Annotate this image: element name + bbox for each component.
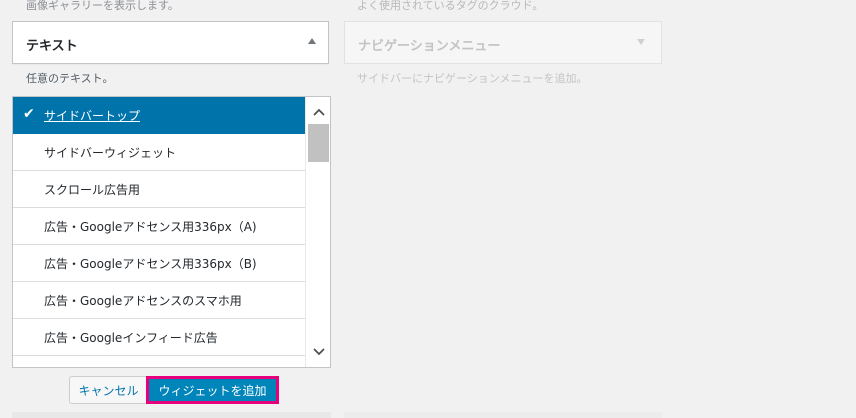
chooser-item-label: 広告・Googleアドセンス用336px（B) xyxy=(44,256,257,271)
chooser-item-label: 広告・Googleアドセンス用336px（A) xyxy=(44,219,257,234)
scrollbar-thumb[interactable] xyxy=(308,124,329,162)
chooser-scrollbar[interactable] xyxy=(305,97,330,367)
chooser-item[interactable]: 広告・Googleアドセンスのスマホ用 xyxy=(13,282,305,319)
chooser-item[interactable]: 広告・Googleアドセンス用336px（B) xyxy=(13,245,305,282)
nav-menu-widget-description: サイドバーにナビゲーションメニューを追加。 xyxy=(357,72,588,85)
tag-cloud-widget-description: よく使用されているタグのクラウド。 xyxy=(357,0,544,12)
text-widget-title: テキスト xyxy=(26,39,78,54)
chooser-item-label: サイドバーウィジェット xyxy=(44,145,177,160)
scroll-up-icon[interactable] xyxy=(306,101,330,123)
chooser-item[interactable]: 広告・Googleインフィード広告 xyxy=(13,319,305,356)
sidebar-chooser-list: ✔ サイドバートップ サイドバーウィジェット スクロール広告用 広告・Googl… xyxy=(12,96,331,368)
cancel-button[interactable]: キャンセル xyxy=(69,376,148,404)
checkmark-icon: ✔ xyxy=(23,106,35,122)
chooser-item-label: サイドバートップ xyxy=(44,108,141,123)
chooser-item-label: スクロール広告用 xyxy=(44,182,141,197)
chooser-item-label: 広告・Googleアドセンスのスマホ用 xyxy=(44,293,242,308)
chooser-item[interactable] xyxy=(13,356,305,367)
text-widget-header[interactable]: テキスト xyxy=(12,21,329,64)
text-widget-description: 任意のテキスト。 xyxy=(26,72,114,85)
collapse-arrow-icon[interactable] xyxy=(308,38,316,44)
next-widget-edge-right xyxy=(344,412,662,418)
expand-arrow-icon[interactable] xyxy=(637,39,645,45)
nav-menu-widget-title: ナビゲーションメニュー xyxy=(358,39,501,54)
chooser-item[interactable]: 広告・Googleアドセンス用336px（A) xyxy=(13,208,305,245)
chooser-item-label: 広告・Googleインフィード広告 xyxy=(44,330,218,345)
nav-menu-widget-header[interactable]: ナビゲーションメニュー xyxy=(344,21,662,64)
next-widget-edge-left xyxy=(12,412,331,418)
gallery-widget-description: 画像ギャラリーを表示します。 xyxy=(26,0,179,12)
chooser-item-sidebar-top[interactable]: ✔ サイドバートップ xyxy=(13,97,305,134)
chooser-item[interactable]: サイドバーウィジェット xyxy=(13,134,305,171)
add-widget-button[interactable]: ウィジェットを追加 xyxy=(146,376,279,404)
scroll-down-icon[interactable] xyxy=(306,341,330,363)
chooser-item[interactable]: スクロール広告用 xyxy=(13,171,305,208)
